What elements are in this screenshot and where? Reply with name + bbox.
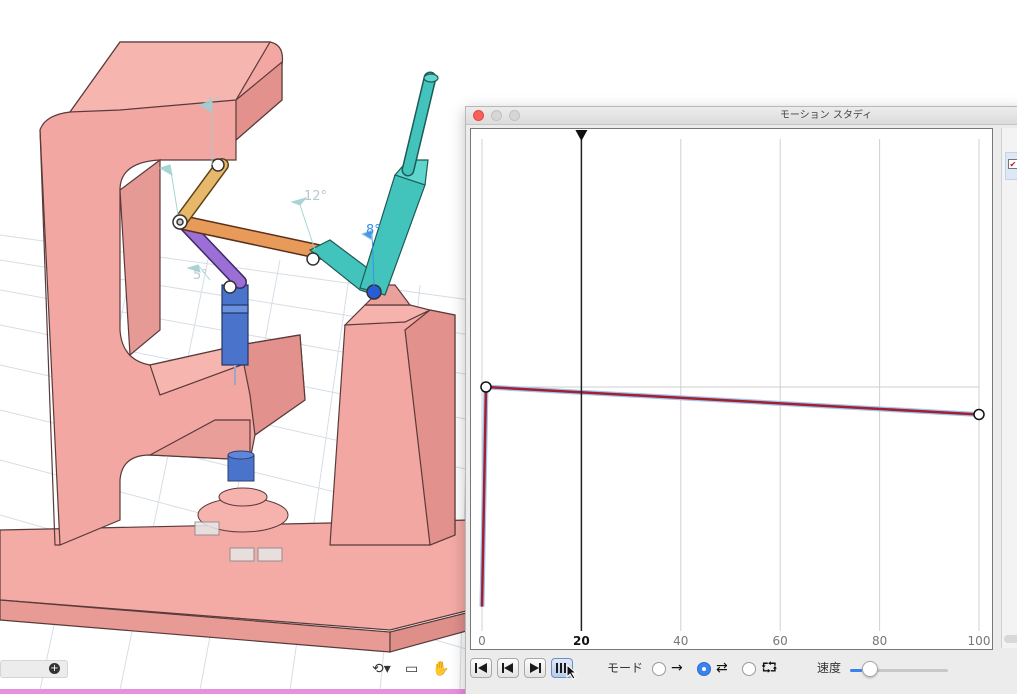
window-titlebar[interactable]: モーション スタディ — [466, 107, 1017, 125]
loop-icon: ⮔ — [761, 660, 778, 676]
mode-radio-pingpong[interactable] — [697, 662, 711, 676]
keyframe-point[interactable] — [480, 381, 492, 393]
motion-study-window[interactable]: モーション スタディ 0 20 40 60 80 100 ✔ モード → ⇄ ⮔… — [465, 106, 1017, 694]
mode-label: モード — [607, 661, 644, 675]
mouse-pointer-icon — [566, 664, 578, 680]
keyframe-point[interactable] — [973, 408, 985, 421]
speed-slider-fill — [850, 669, 862, 672]
step-back-icon — [502, 663, 513, 673]
angle-label-orange: 12° — [304, 189, 327, 204]
step-back-button[interactable] — [497, 658, 519, 678]
x-tick-label: 20 — [573, 634, 590, 648]
joint-list-panel[interactable]: ✔ — [1001, 128, 1017, 648]
x-tick-label: 0 — [478, 634, 486, 648]
step-forward-button[interactable] — [524, 658, 546, 678]
angle-label-yellow: 1° — [206, 96, 221, 111]
series-line-halo — [479, 384, 980, 607]
ping-pong-icon: ⇄ — [716, 660, 728, 676]
x-tick-label: 80 — [872, 634, 887, 648]
skip-to-start-icon — [475, 663, 487, 673]
window-title: モーション スタディ — [779, 110, 873, 121]
lower-cylinder[interactable] — [227, 450, 255, 482]
pan-hand-icon[interactable]: ✋ — [432, 660, 449, 678]
yellow-link[interactable] — [173, 158, 229, 229]
step-forward-icon — [530, 663, 541, 673]
panel-scrollbar[interactable] — [1004, 635, 1017, 643]
joint-checkbox[interactable]: ✔ — [1008, 159, 1017, 169]
x-tick-label: 60 — [773, 634, 788, 648]
timeline-chart-svg[interactable]: 0 20 40 60 80 100 — [471, 129, 992, 649]
x-tick-label: 100 — [968, 634, 991, 648]
timeline-strip — [0, 689, 470, 694]
look-at-icon[interactable]: ▭ — [405, 660, 418, 678]
playhead-marker[interactable] — [575, 130, 588, 141]
mode-radio-loop[interactable] — [742, 662, 756, 676]
speed-slider-thumb[interactable] — [861, 661, 878, 677]
skip-to-start-button[interactable] — [470, 658, 492, 678]
c-frame[interactable] — [39, 41, 306, 546]
joint-list-item[interactable]: ✔ — [1005, 152, 1017, 180]
angle-label-teal: 8° — [366, 223, 381, 238]
mode-radio-once[interactable] — [652, 662, 666, 676]
x-tick-label: 40 — [673, 634, 688, 648]
series-line — [480, 385, 980, 607]
orbit-icon[interactable]: ⟲▾ — [372, 660, 391, 678]
speed-label: 速度 — [817, 661, 842, 675]
pivot-tower[interactable] — [329, 284, 456, 546]
motion-timeline-chart[interactable]: 0 20 40 60 80 100 — [470, 128, 993, 650]
screen: 1° 12° 5° 8° + ⟲▾ ▭ ✋ モーション スタディ 0 20 40 60… — [0, 0, 1017, 694]
teal-lever[interactable] — [308, 71, 439, 296]
plus-icon[interactable]: + — [49, 663, 60, 674]
arrow-right-icon: → — [671, 660, 683, 676]
playback-controls: モード → ⇄ ⮔ 速度 — [466, 655, 1017, 685]
angle-label-purple: 5° — [193, 268, 208, 283]
